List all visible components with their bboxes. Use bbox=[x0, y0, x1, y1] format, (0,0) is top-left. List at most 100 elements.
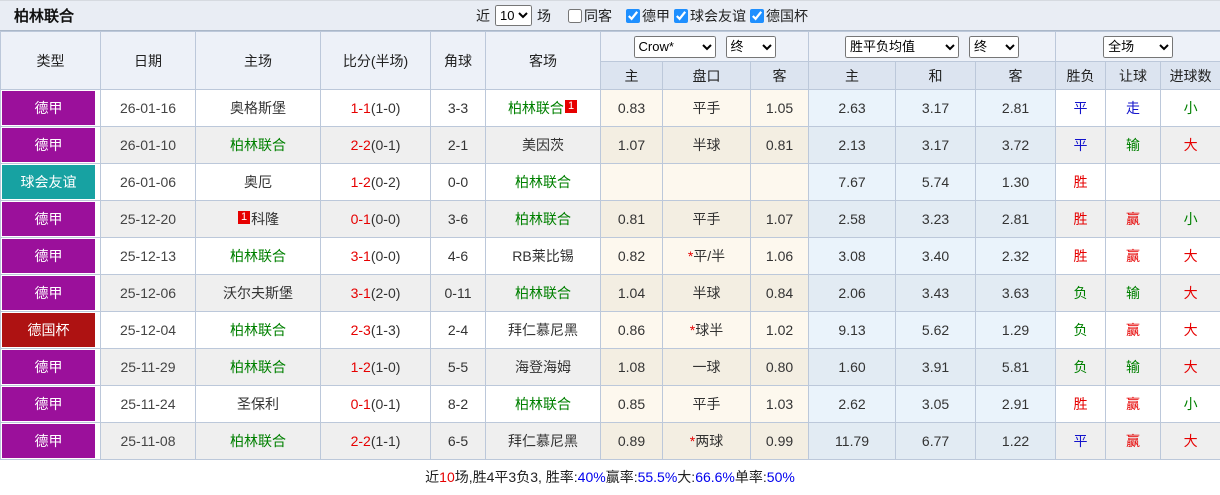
result-cell: 负 bbox=[1055, 274, 1107, 312]
score-cell: 3-1(2-0) bbox=[320, 274, 431, 312]
corner-cell: 4-6 bbox=[430, 237, 486, 275]
match-row: 德甲 25-12-06 沃尔夫斯堡 3-1(2-0) 0-11 柏林联合 1.04 半球 0.8… bbox=[0, 274, 1220, 312]
subcol-result: 胜负 bbox=[1055, 61, 1107, 90]
games-count-select[interactable]: 10 bbox=[495, 5, 532, 26]
match-row: 德甲 25-11-24 圣保利 0-1(0-1) 8-2 柏林联合 0.85 平手 1.03 2.… bbox=[0, 385, 1220, 423]
competition-badge: 球会友谊 bbox=[2, 165, 95, 199]
red-card-badge: 1 bbox=[237, 211, 251, 224]
match-row: 德甲 25-11-08 柏林联合 2-2(1-1) 6-5 拜仁慕尼黑 0.89 *两球 0.9… bbox=[0, 422, 1220, 460]
col-header-score: 比分(半场) bbox=[320, 31, 431, 90]
ah-away-odds: 0.80 bbox=[749, 348, 810, 386]
scope-select[interactable]: 全场 bbox=[1103, 35, 1174, 58]
col-header-date: 日期 bbox=[100, 31, 196, 90]
subcol-handicap: 让球 bbox=[1105, 61, 1162, 90]
team-name: 柏林联合 bbox=[515, 396, 571, 412]
away-team-cell: 拜仁慕尼黑 bbox=[485, 422, 601, 460]
avg-time-select[interactable]: 终 bbox=[969, 35, 1020, 58]
ah-home-odds: 1.08 bbox=[600, 348, 663, 386]
result-cell: 胜 bbox=[1055, 385, 1107, 423]
avg-draw-odds: 5.74 bbox=[895, 163, 977, 201]
ah-time-select[interactable]: 终 bbox=[725, 35, 776, 58]
same-away-checkbox[interactable] bbox=[568, 8, 582, 23]
result-cell: 胜 bbox=[1055, 237, 1107, 275]
avg-away-odds: 1.30 bbox=[975, 163, 1057, 201]
team-name: 柏林联合 bbox=[230, 359, 286, 375]
competition-cell: 球会友谊 bbox=[0, 163, 101, 201]
ah-home-odds: 0.89 bbox=[600, 422, 663, 460]
avg-draw-odds: 3.05 bbox=[895, 385, 977, 423]
competition-badge: 德国杯 bbox=[2, 313, 95, 347]
corner-cell: 8-2 bbox=[430, 385, 486, 423]
match-row: 德甲 26-01-16 奥格斯堡 1-1(1-0) 3-3 柏林联合 1 0.83 平手 1.05… bbox=[0, 89, 1220, 127]
goals-result-cell: 大 bbox=[1160, 274, 1220, 312]
ah-line: 平手 bbox=[662, 385, 751, 423]
team-name: 海登海姆 bbox=[515, 359, 571, 375]
near-label: 近 bbox=[476, 7, 490, 24]
match-row: 德国杯 25-12-04 柏林联合 2-3(1-3) 2-4 拜仁慕尼黑 0.86 *球半 1.… bbox=[0, 311, 1220, 349]
subcol-goals: 进球数 bbox=[1160, 61, 1220, 90]
corner-cell: 2-1 bbox=[430, 126, 486, 164]
filter-club-friendly[interactable]: 球会友谊 bbox=[674, 6, 746, 26]
summary-segment: 大: bbox=[677, 469, 696, 485]
handicap-result-cell: 赢 bbox=[1105, 422, 1162, 460]
competition-badge: 德甲 bbox=[2, 276, 95, 310]
col-header-corner: 角球 bbox=[430, 31, 486, 90]
handicap-result-cell: 输 bbox=[1105, 274, 1162, 312]
competition-cell: 德甲 bbox=[0, 274, 101, 312]
ah-line: 平手 bbox=[662, 200, 751, 238]
handicap-result-cell: 赢 bbox=[1105, 311, 1162, 349]
german-cup-label: 德国杯 bbox=[766, 7, 808, 24]
corner-cell: 3-6 bbox=[430, 200, 486, 238]
avg-draw-odds: 3.43 bbox=[895, 274, 977, 312]
odds-source-select[interactable]: Crow* bbox=[633, 35, 716, 58]
competition-cell: 德甲 bbox=[0, 126, 101, 164]
home-team-cell: 奥厄 bbox=[195, 163, 321, 201]
team-name: 奥厄 bbox=[244, 174, 272, 190]
match-date: 25-11-08 bbox=[100, 422, 196, 460]
avg-draw-odds: 3.40 bbox=[895, 237, 977, 275]
full-time-score: 3-1 bbox=[350, 285, 371, 301]
result-cell: 平 bbox=[1055, 126, 1107, 164]
competition-cell: 德甲 bbox=[0, 422, 101, 460]
ah-away-odds: 1.02 bbox=[749, 311, 810, 349]
ah-line: 平手 bbox=[662, 89, 751, 127]
ah-home-odds: 1.07 bbox=[600, 126, 663, 164]
ah-away-odds: 0.84 bbox=[749, 274, 810, 312]
col-header-type: 类型 bbox=[0, 31, 101, 90]
match-date: 25-11-29 bbox=[100, 348, 196, 386]
summary-segment: 40% bbox=[577, 469, 606, 485]
avg-type-select[interactable]: 胜平负均值 bbox=[845, 35, 960, 58]
filter-german-cup[interactable]: 德国杯 bbox=[750, 6, 808, 26]
half-time-score: (0-0) bbox=[370, 211, 401, 227]
full-time-score: 2-2 bbox=[350, 433, 371, 449]
bundesliga-checkbox[interactable] bbox=[626, 8, 640, 23]
ah-away-odds: 0.99 bbox=[749, 422, 810, 460]
german-cup-checkbox[interactable] bbox=[750, 8, 764, 23]
ah-home-odds bbox=[600, 163, 663, 201]
goals-result-cell: 大 bbox=[1160, 126, 1220, 164]
half-time-score: (1-1) bbox=[370, 433, 401, 449]
odds-group-header: Crow* 终 bbox=[599, 31, 810, 62]
handicap-result-cell: 赢 bbox=[1105, 237, 1162, 275]
home-team-cell: 柏林联合 bbox=[195, 126, 321, 164]
summary-segment: 场,胜4平3负3, 胜率: bbox=[454, 469, 578, 485]
full-time-score: 1-1 bbox=[350, 100, 371, 116]
club-friendly-checkbox[interactable] bbox=[674, 8, 688, 23]
competition-badge: 德甲 bbox=[2, 239, 95, 273]
filter-bundesliga[interactable]: 德甲 bbox=[626, 6, 670, 26]
ah-away-odds bbox=[749, 163, 810, 201]
away-team-cell: RB莱比锡 bbox=[485, 237, 601, 275]
home-team-cell: 柏林联合 bbox=[195, 422, 321, 460]
competition-badge: 德甲 bbox=[2, 350, 95, 384]
score-cell: 2-2(0-1) bbox=[320, 126, 431, 164]
goals-result-cell: 小 bbox=[1160, 89, 1220, 127]
team-name: 奥格斯堡 bbox=[230, 100, 286, 116]
score-cell: 0-1(0-1) bbox=[320, 385, 431, 423]
avg-away-odds: 1.29 bbox=[975, 311, 1057, 349]
filter-same-away[interactable]: 同客 bbox=[568, 6, 612, 26]
bundesliga-label: 德甲 bbox=[642, 7, 670, 24]
half-time-score: (0-1) bbox=[370, 137, 401, 153]
result-cell: 胜 bbox=[1055, 163, 1107, 201]
home-team-cell: 奥格斯堡 bbox=[195, 89, 321, 127]
match-date: 25-12-20 bbox=[100, 200, 196, 238]
